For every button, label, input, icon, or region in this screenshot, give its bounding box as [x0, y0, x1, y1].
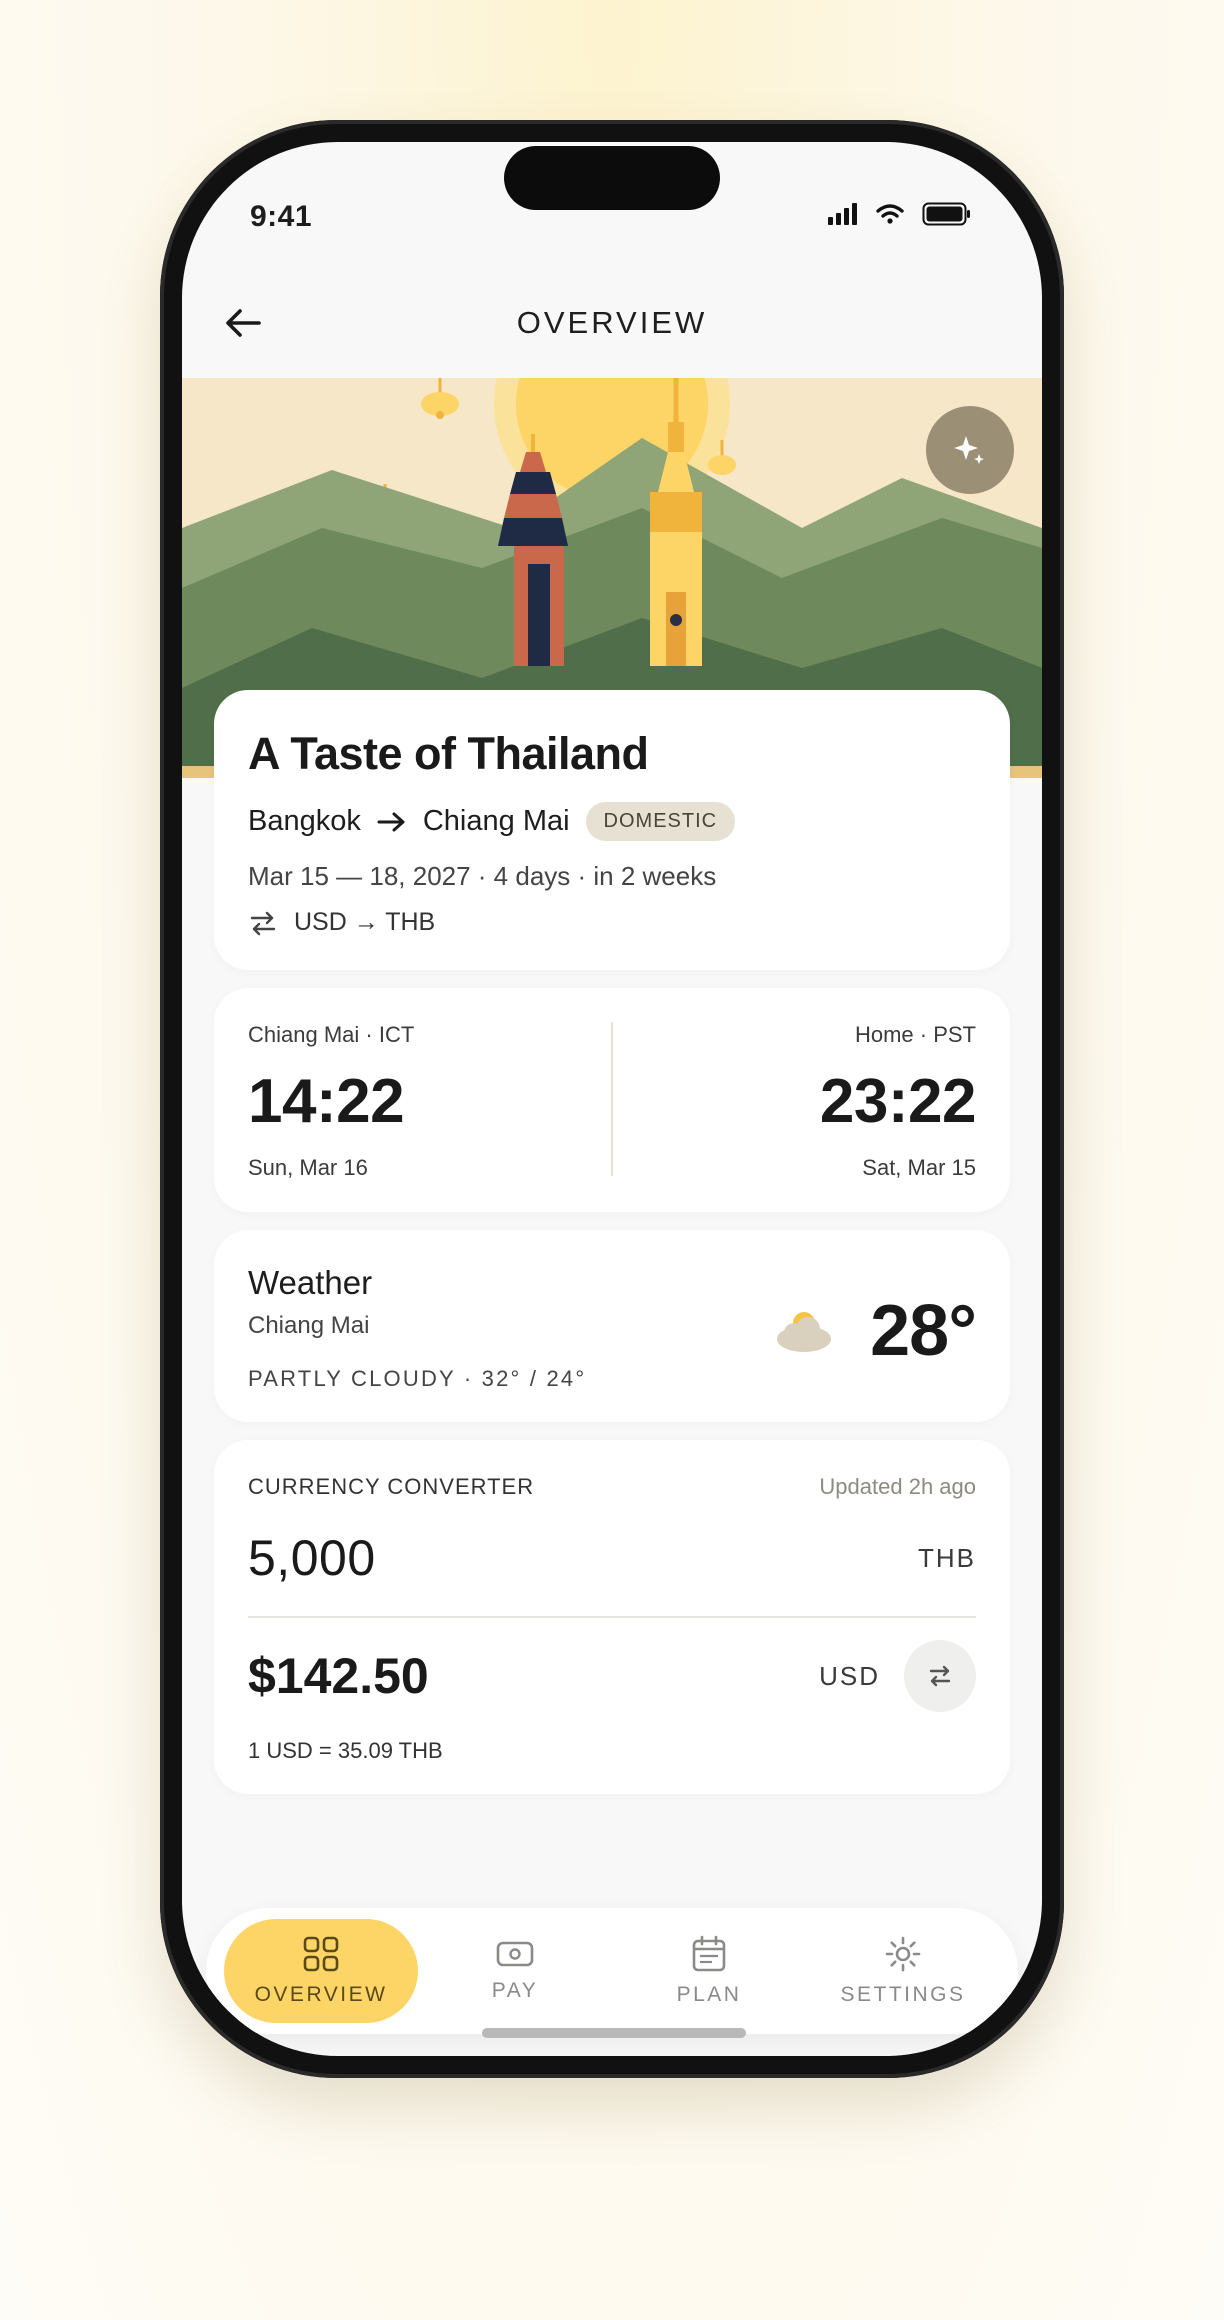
swap-currency-button[interactable]	[904, 1640, 976, 1712]
to-currency-code[interactable]: USD	[819, 1661, 880, 1692]
home-indicator	[482, 2028, 746, 2038]
converter-to-row: $142.50 USD	[248, 1640, 976, 1712]
wifi-icon	[876, 204, 904, 224]
status-icons	[828, 202, 972, 226]
bottom-tab-bar: OVERVIEW PAY PLAN SETTINGS	[206, 1908, 1018, 2034]
local-time-label: Chiang Mai · ICT	[248, 1022, 415, 1047]
converter-from-row[interactable]: 5,000 THB	[248, 1528, 976, 1588]
local-time: 14:22	[248, 1067, 405, 1136]
tab-label-settings: SETTINGS	[840, 1983, 966, 2006]
currency-pair-text: USD → THB	[294, 908, 436, 936]
dynamic-island	[504, 146, 720, 210]
tab-label-plan: PLAN	[676, 1983, 742, 2006]
from-amount-input[interactable]: 5,000	[248, 1529, 376, 1587]
trip-dates: Mar 15 — 18, 2027 · 4 days · in 2 weeks	[248, 861, 717, 891]
converter-label: CURRENCY CONVERTER	[248, 1474, 535, 1499]
tab-plan[interactable]: PLAN	[612, 1919, 806, 2023]
tab-overview[interactable]: OVERVIEW	[224, 1919, 418, 2023]
cash-icon	[496, 1941, 534, 1967]
tab-label-pay: PAY	[491, 1979, 539, 2002]
domestic-badge: DOMESTIC	[585, 802, 736, 841]
sparkle-icon	[954, 436, 984, 464]
local-time-column: Chiang Mai · ICT 14:22 Sun, Mar 16	[214, 988, 611, 1212]
swap-icon	[929, 1665, 951, 1687]
calendar-icon	[692, 1935, 726, 1972]
phone-frame: 9:41 OVERVIEW A Taste of Thailand Bangko…	[160, 120, 1064, 2078]
home-time-label: Home · PST	[854, 1022, 976, 1047]
home-date: Sat, Mar 15	[862, 1155, 976, 1180]
arrow-right-icon	[377, 811, 407, 833]
weather-temperature: 28°	[870, 1291, 977, 1371]
signal-icon	[828, 203, 857, 225]
exchange-rate: 1 USD = 35.09 THB	[248, 1738, 443, 1763]
home-time-column: Home · PST 23:22 Sat, Mar 15	[613, 988, 1010, 1212]
app-header: OVERVIEW	[182, 282, 1042, 364]
arrow-left-icon	[226, 309, 261, 337]
grid-icon	[303, 1936, 339, 1972]
trip-route: Bangkok Chiang Mai DOMESTIC	[248, 802, 976, 841]
exchange-icon	[250, 911, 276, 935]
timezone-card: Chiang Mai · ICT 14:22 Sun, Mar 16 Home …	[214, 988, 1010, 1212]
to-currency-group: USD	[819, 1640, 976, 1712]
currency-converter-card: CURRENCY CONVERTER Updated 2h ago 5,000 …	[214, 1440, 1010, 1794]
trip-title: A Taste of Thailand	[248, 728, 649, 779]
page-title: OVERVIEW	[516, 305, 708, 340]
home-time: 23:22	[819, 1067, 977, 1136]
route-destination: Chiang Mai	[422, 805, 570, 837]
converter-divider	[248, 1616, 976, 1618]
weather-summary: 28°	[774, 1290, 977, 1372]
to-amount: $142.50	[248, 1648, 429, 1704]
back-button[interactable]	[220, 300, 266, 346]
trip-card[interactable]: A Taste of Thailand Bangkok Chiang Mai D…	[214, 690, 1010, 970]
converter-header: CURRENCY CONVERTER Updated 2h ago	[248, 1474, 976, 1500]
tab-settings[interactable]: SETTINGS	[806, 1919, 1000, 2023]
app-screen: 9:41 OVERVIEW A Taste of Thailand Bangko…	[182, 142, 1042, 2056]
partly-cloudy-icon	[777, 1312, 832, 1352]
tab-label-overview: OVERVIEW	[254, 1983, 388, 2006]
gear-icon	[885, 1936, 921, 1972]
weather-card[interactable]: Weather Chiang Mai PARTLY CLOUDY · 32° /…	[214, 1230, 1010, 1422]
converter-updated: Updated 2h ago	[819, 1474, 976, 1499]
route-origin: Bangkok	[248, 805, 361, 837]
status-time: 9:41	[250, 200, 313, 233]
currency-pair: USD → THB	[248, 908, 976, 937]
tab-pay[interactable]: PAY	[418, 1919, 612, 2023]
local-date: Sun, Mar 16	[248, 1155, 368, 1180]
sparkle-button[interactable]	[926, 406, 1014, 494]
battery-icon	[922, 202, 970, 226]
from-currency-code[interactable]: THB	[918, 1543, 976, 1574]
